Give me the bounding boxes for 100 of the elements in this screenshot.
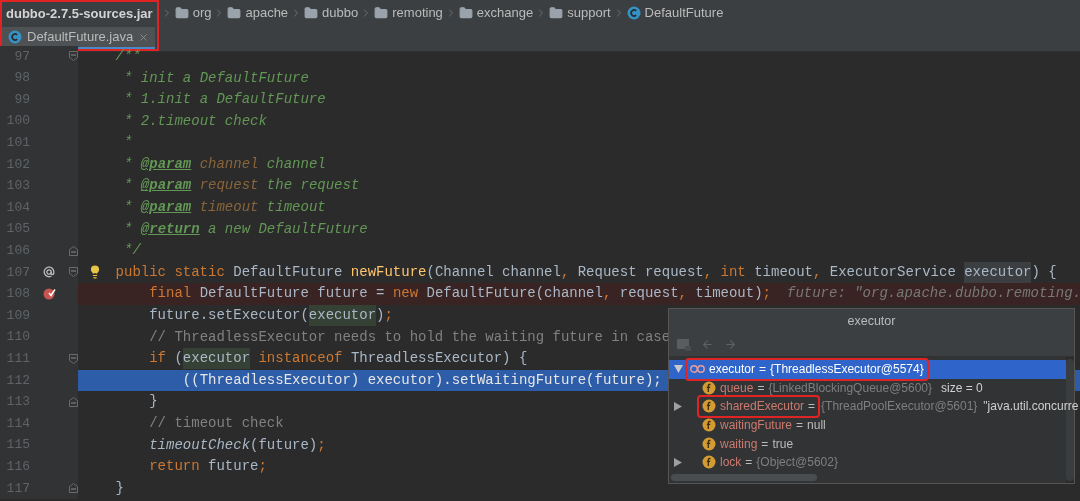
code-text: executor: [964, 261, 1032, 283]
variable-name: queue: [720, 379, 754, 397]
lightbulb-icon[interactable]: [88, 264, 102, 279]
code-text: ((ThreadlessExecutor) executor).setWaitingFuture(future);: [182, 370, 662, 390]
code-text: if: [149, 349, 168, 369]
code-text: }: [115, 478, 124, 498]
code-text: }: [149, 392, 158, 412]
folder-icon: [227, 6, 242, 20]
equals-sign: =: [761, 435, 769, 453]
collapse-arrow-icon[interactable]: [674, 402, 682, 411]
breadcrumb-item[interactable]: remoting: [392, 3, 443, 23]
code-text: future: "org.apache.dubbo.remoting.: [787, 284, 1080, 304]
code-text: *: [124, 219, 134, 239]
folder-icon: [374, 6, 389, 20]
code-text: ,: [560, 262, 571, 282]
equals-sign: =: [745, 454, 753, 472]
code-text: *: [124, 154, 134, 174]
folder-icon: [549, 6, 564, 20]
code-text: DefaultFuture future =: [199, 284, 386, 304]
code-text: ) {: [1031, 262, 1057, 282]
code-text: *: [124, 176, 134, 196]
variable-detail: "java.util.concurre: [983, 398, 1079, 416]
breadcrumb-item[interactable]: support: [567, 3, 611, 23]
code-text: future.setExecutor(: [149, 306, 309, 326]
equals-sign: =: [759, 361, 767, 379]
code-text: timeout: [754, 262, 813, 282]
fold-icon[interactable]: [68, 51, 78, 62]
collapse-arrow-icon[interactable]: [674, 457, 682, 467]
variable-detail: size = 0: [941, 379, 983, 397]
folder-icon: [458, 6, 473, 20]
code-text: ThreadlessExecutor) {: [350, 349, 528, 369]
code-text: (Channel channel: [426, 262, 561, 282]
variable-name: sharedExecutor: [720, 398, 805, 416]
fold-icon[interactable]: [68, 396, 78, 407]
file-tab[interactable]: DefaultFuture.java: [2, 27, 156, 49]
popup-title: executor: [847, 312, 896, 330]
code-text: future: [208, 457, 259, 477]
code-text: DefaultFuture(channel: [426, 284, 603, 304]
code-text: ,: [813, 262, 823, 282]
code-text: request: [198, 176, 259, 196]
code-text: // ThreadlessExecutor needs to hold the waiting future in case: [149, 327, 671, 347]
breadcrumb-item[interactable]: exchange: [476, 3, 534, 23]
code-text: // timeout check: [149, 414, 284, 433]
breadcrumb-item[interactable]: dubbo: [322, 3, 359, 23]
code-text: ;: [762, 284, 771, 304]
code-text: timeout: [265, 198, 326, 218]
code-text: ,: [678, 284, 688, 304]
code-text: instanceof: [257, 349, 344, 369]
code-text: ExecutorService: [829, 262, 957, 282]
code-text: @param: [140, 176, 192, 196]
code-text: * 2.timeout check: [124, 111, 267, 131]
breadcrumb-item[interactable]: dubbo-2.7.5-sources.jar: [6, 4, 153, 24]
code-text: request: [619, 284, 679, 304]
fold-icon[interactable]: [68, 483, 78, 494]
breadcrumb-item[interactable]: DefaultFuture: [644, 3, 724, 23]
breadcrumb-item[interactable]: org: [192, 3, 212, 23]
code-text: executor: [182, 348, 251, 370]
variable-value: {ThreadlessExecutor@5574}: [770, 361, 924, 379]
back-arrow-icon[interactable]: [701, 338, 714, 351]
code-text: DefaultFuture: [233, 262, 344, 282]
fold-icon[interactable]: [68, 267, 78, 278]
code-text: * init a DefaultFuture: [124, 68, 309, 88]
variable-value: {ThreadPoolExecutor@5601}: [821, 398, 978, 416]
close-icon[interactable]: [138, 31, 150, 43]
folder-icon: [174, 6, 189, 20]
folder-icon: [304, 6, 319, 20]
breadcrumb-item[interactable]: apache: [245, 3, 289, 23]
fold-icon[interactable]: [68, 245, 78, 256]
code-text: @return: [140, 219, 200, 239]
code-text: (: [174, 349, 183, 369]
code-text: timeoutCheck: [149, 435, 251, 455]
code-text: ;: [258, 457, 267, 477]
code-text: executor: [308, 305, 377, 327]
code-text: *: [124, 133, 133, 153]
code-text: final: [149, 284, 193, 304]
forward-arrow-icon[interactable]: [724, 338, 737, 351]
code-text: @param: [140, 154, 192, 174]
watch-icon[interactable]: [677, 338, 691, 351]
class-icon: [8, 30, 22, 44]
code-text: timeout: [198, 198, 259, 218]
selected-tree-row[interactable]: executor = {ThreadlessExecutor@5574}: [669, 360, 1066, 379]
code-text: , int: [703, 262, 747, 282]
code-text: /**: [115, 46, 141, 66]
variable-name: waiting: [720, 435, 758, 453]
expand-arrow-icon[interactable]: [673, 365, 683, 374]
code-text: ;: [317, 435, 326, 455]
variable-value: {Object@5602}: [756, 454, 838, 472]
code-text: newFuture: [350, 262, 427, 282]
variable-name: waitingFuture: [720, 417, 793, 435]
code-text: *: [124, 198, 134, 218]
code-text: */: [124, 241, 141, 261]
code-text: return: [149, 457, 201, 477]
code-text: the request: [265, 176, 360, 196]
code-text: channel: [198, 154, 259, 174]
horizontal-scrollbar[interactable]: [671, 474, 817, 481]
equals-sign: =: [808, 398, 816, 416]
variable-value: {LinkedBlockingQueue@5600}: [768, 379, 933, 397]
fold-icon[interactable]: [68, 353, 78, 364]
code-text: (future): [250, 435, 318, 455]
class-icon: [626, 6, 641, 20]
